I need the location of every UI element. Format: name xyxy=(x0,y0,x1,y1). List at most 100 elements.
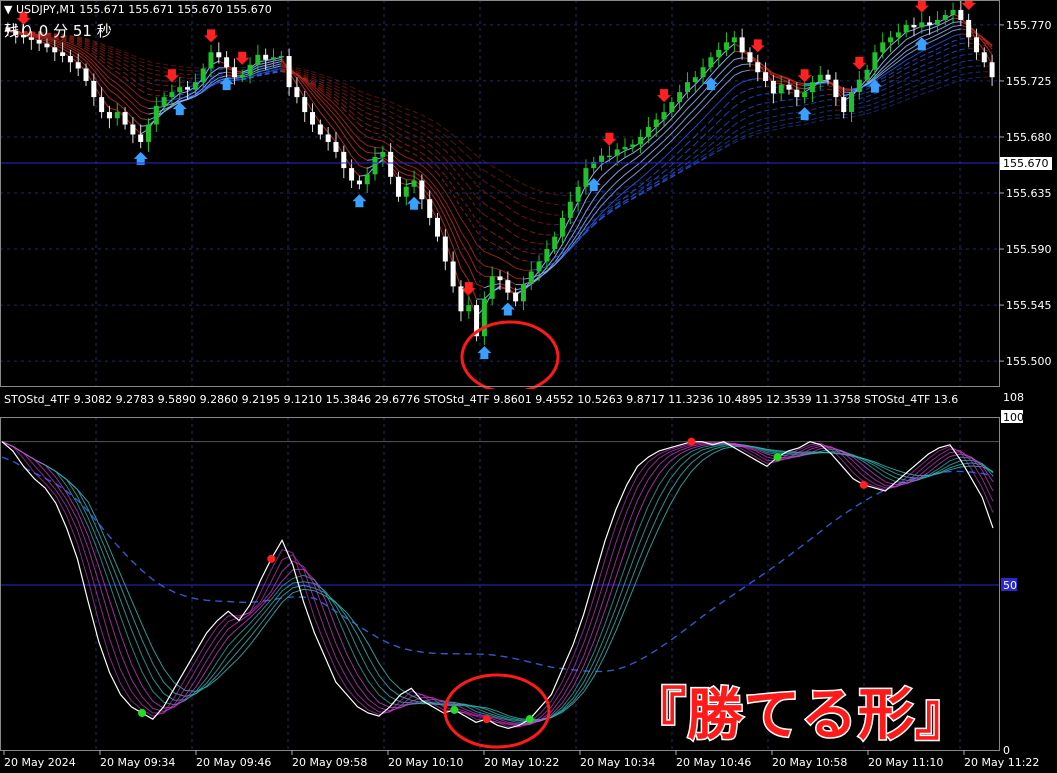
candle-body xyxy=(114,112,120,119)
candle-body xyxy=(552,236,558,250)
candle-body xyxy=(224,57,230,68)
candle-body xyxy=(692,77,698,83)
candle-body xyxy=(185,87,191,90)
candle-body xyxy=(138,134,144,142)
candle-body xyxy=(169,92,175,98)
candle-body xyxy=(661,112,667,120)
candle-body xyxy=(450,261,456,287)
candle-body xyxy=(372,156,378,175)
dropdown-arrow-icon[interactable]: ▼ xyxy=(4,3,12,16)
candle-body xyxy=(325,134,331,142)
buy-dot xyxy=(525,715,534,724)
candle-body xyxy=(247,64,253,75)
candle-body xyxy=(544,249,550,262)
candle-body xyxy=(395,176,401,197)
candle-body xyxy=(833,79,839,98)
candle-body xyxy=(731,37,737,43)
candle-body xyxy=(919,22,925,28)
time-axis-label: 20 May 09:58 xyxy=(292,756,368,769)
candle-body xyxy=(903,24,909,33)
candle-body xyxy=(341,151,347,169)
candle-body xyxy=(263,54,269,60)
candle-body xyxy=(645,127,651,137)
time-axis-label: 20 May 2024 xyxy=(4,756,76,769)
candle-body xyxy=(270,57,276,60)
candle-body xyxy=(91,80,97,98)
candle-body xyxy=(778,84,784,94)
candle-body xyxy=(958,9,964,20)
candle-body xyxy=(146,124,152,142)
candle-body xyxy=(317,124,323,135)
candle-body xyxy=(700,67,706,78)
osc-tick-label: 50 xyxy=(1003,579,1017,592)
candle-body xyxy=(208,52,214,69)
time-axis-label: 20 May 09:46 xyxy=(196,756,272,769)
candle-body xyxy=(989,62,995,78)
price-chart[interactable]: 155.770 155.725 155.680 155.635 155.590 155.5… xyxy=(0,0,1057,389)
candle-body xyxy=(536,261,542,272)
candle-body xyxy=(520,283,526,302)
candle-body xyxy=(403,186,409,197)
candle-body xyxy=(239,74,245,78)
candle-body xyxy=(83,68,89,81)
candle-body xyxy=(606,155,612,158)
candle-body xyxy=(755,62,761,73)
time-axis-label: 20 May 11:22 xyxy=(964,756,1040,769)
candle-body xyxy=(684,82,690,93)
candle-body xyxy=(614,149,620,156)
sell-dot xyxy=(859,480,868,489)
candle-body xyxy=(286,56,292,88)
candle-body xyxy=(200,68,206,83)
candle-body xyxy=(122,112,128,125)
candle-body xyxy=(630,144,636,147)
buy-dot xyxy=(138,709,147,717)
candle-body xyxy=(770,80,776,94)
candle-body xyxy=(934,19,940,25)
candle-body xyxy=(669,102,675,113)
osc-tick-label: 100 xyxy=(1003,411,1024,424)
candle-body xyxy=(763,72,769,81)
candle-body xyxy=(724,42,730,50)
candle-body xyxy=(489,276,495,299)
candle-body xyxy=(435,217,441,237)
candle-body xyxy=(349,168,355,181)
time-axis-label: 20 May 10:46 xyxy=(676,756,752,769)
candle-body xyxy=(872,52,878,70)
time-axis-label: 20 May 10:58 xyxy=(772,756,848,769)
candle-body xyxy=(825,74,831,80)
candle-body xyxy=(177,87,183,93)
candle-body xyxy=(513,292,519,302)
current-price-tag: 155.670 xyxy=(1000,157,1052,170)
candle-body xyxy=(364,174,370,185)
candle-body xyxy=(310,112,316,125)
candle-body xyxy=(942,14,948,20)
price-tick-label: 155.590 xyxy=(1006,243,1052,256)
time-axis-label: 20 May 10:22 xyxy=(484,756,560,769)
candle-body xyxy=(106,112,112,119)
candle-body xyxy=(52,47,58,53)
time-axis-label: 20 May 10:34 xyxy=(580,756,656,769)
candle-body xyxy=(559,217,565,237)
sell-dot xyxy=(482,715,491,724)
candle-body xyxy=(638,136,644,145)
overlay-caption: 『勝てる形』 xyxy=(629,682,973,750)
candle-body xyxy=(966,19,972,38)
candle-body xyxy=(419,180,425,200)
time-axis-label: 20 May 11:10 xyxy=(868,756,944,769)
candle-body xyxy=(817,74,823,83)
candle-body xyxy=(841,97,847,113)
sell-dot xyxy=(267,554,276,563)
price-tick-label: 155.725 xyxy=(1006,75,1052,88)
candle-body xyxy=(44,43,50,48)
candle-body xyxy=(302,97,308,113)
candle-body xyxy=(848,92,854,113)
candle-body xyxy=(599,155,605,162)
candle-body xyxy=(75,62,81,69)
candle-body xyxy=(864,69,870,80)
candle-body xyxy=(497,276,503,281)
symbol-header: ▼ USDJPY,M1 155.671 155.671 155.670 155.… xyxy=(4,3,272,16)
candle-body xyxy=(153,105,159,125)
candle-body xyxy=(231,67,237,78)
candle-body xyxy=(677,92,683,103)
candle-body xyxy=(216,52,222,58)
